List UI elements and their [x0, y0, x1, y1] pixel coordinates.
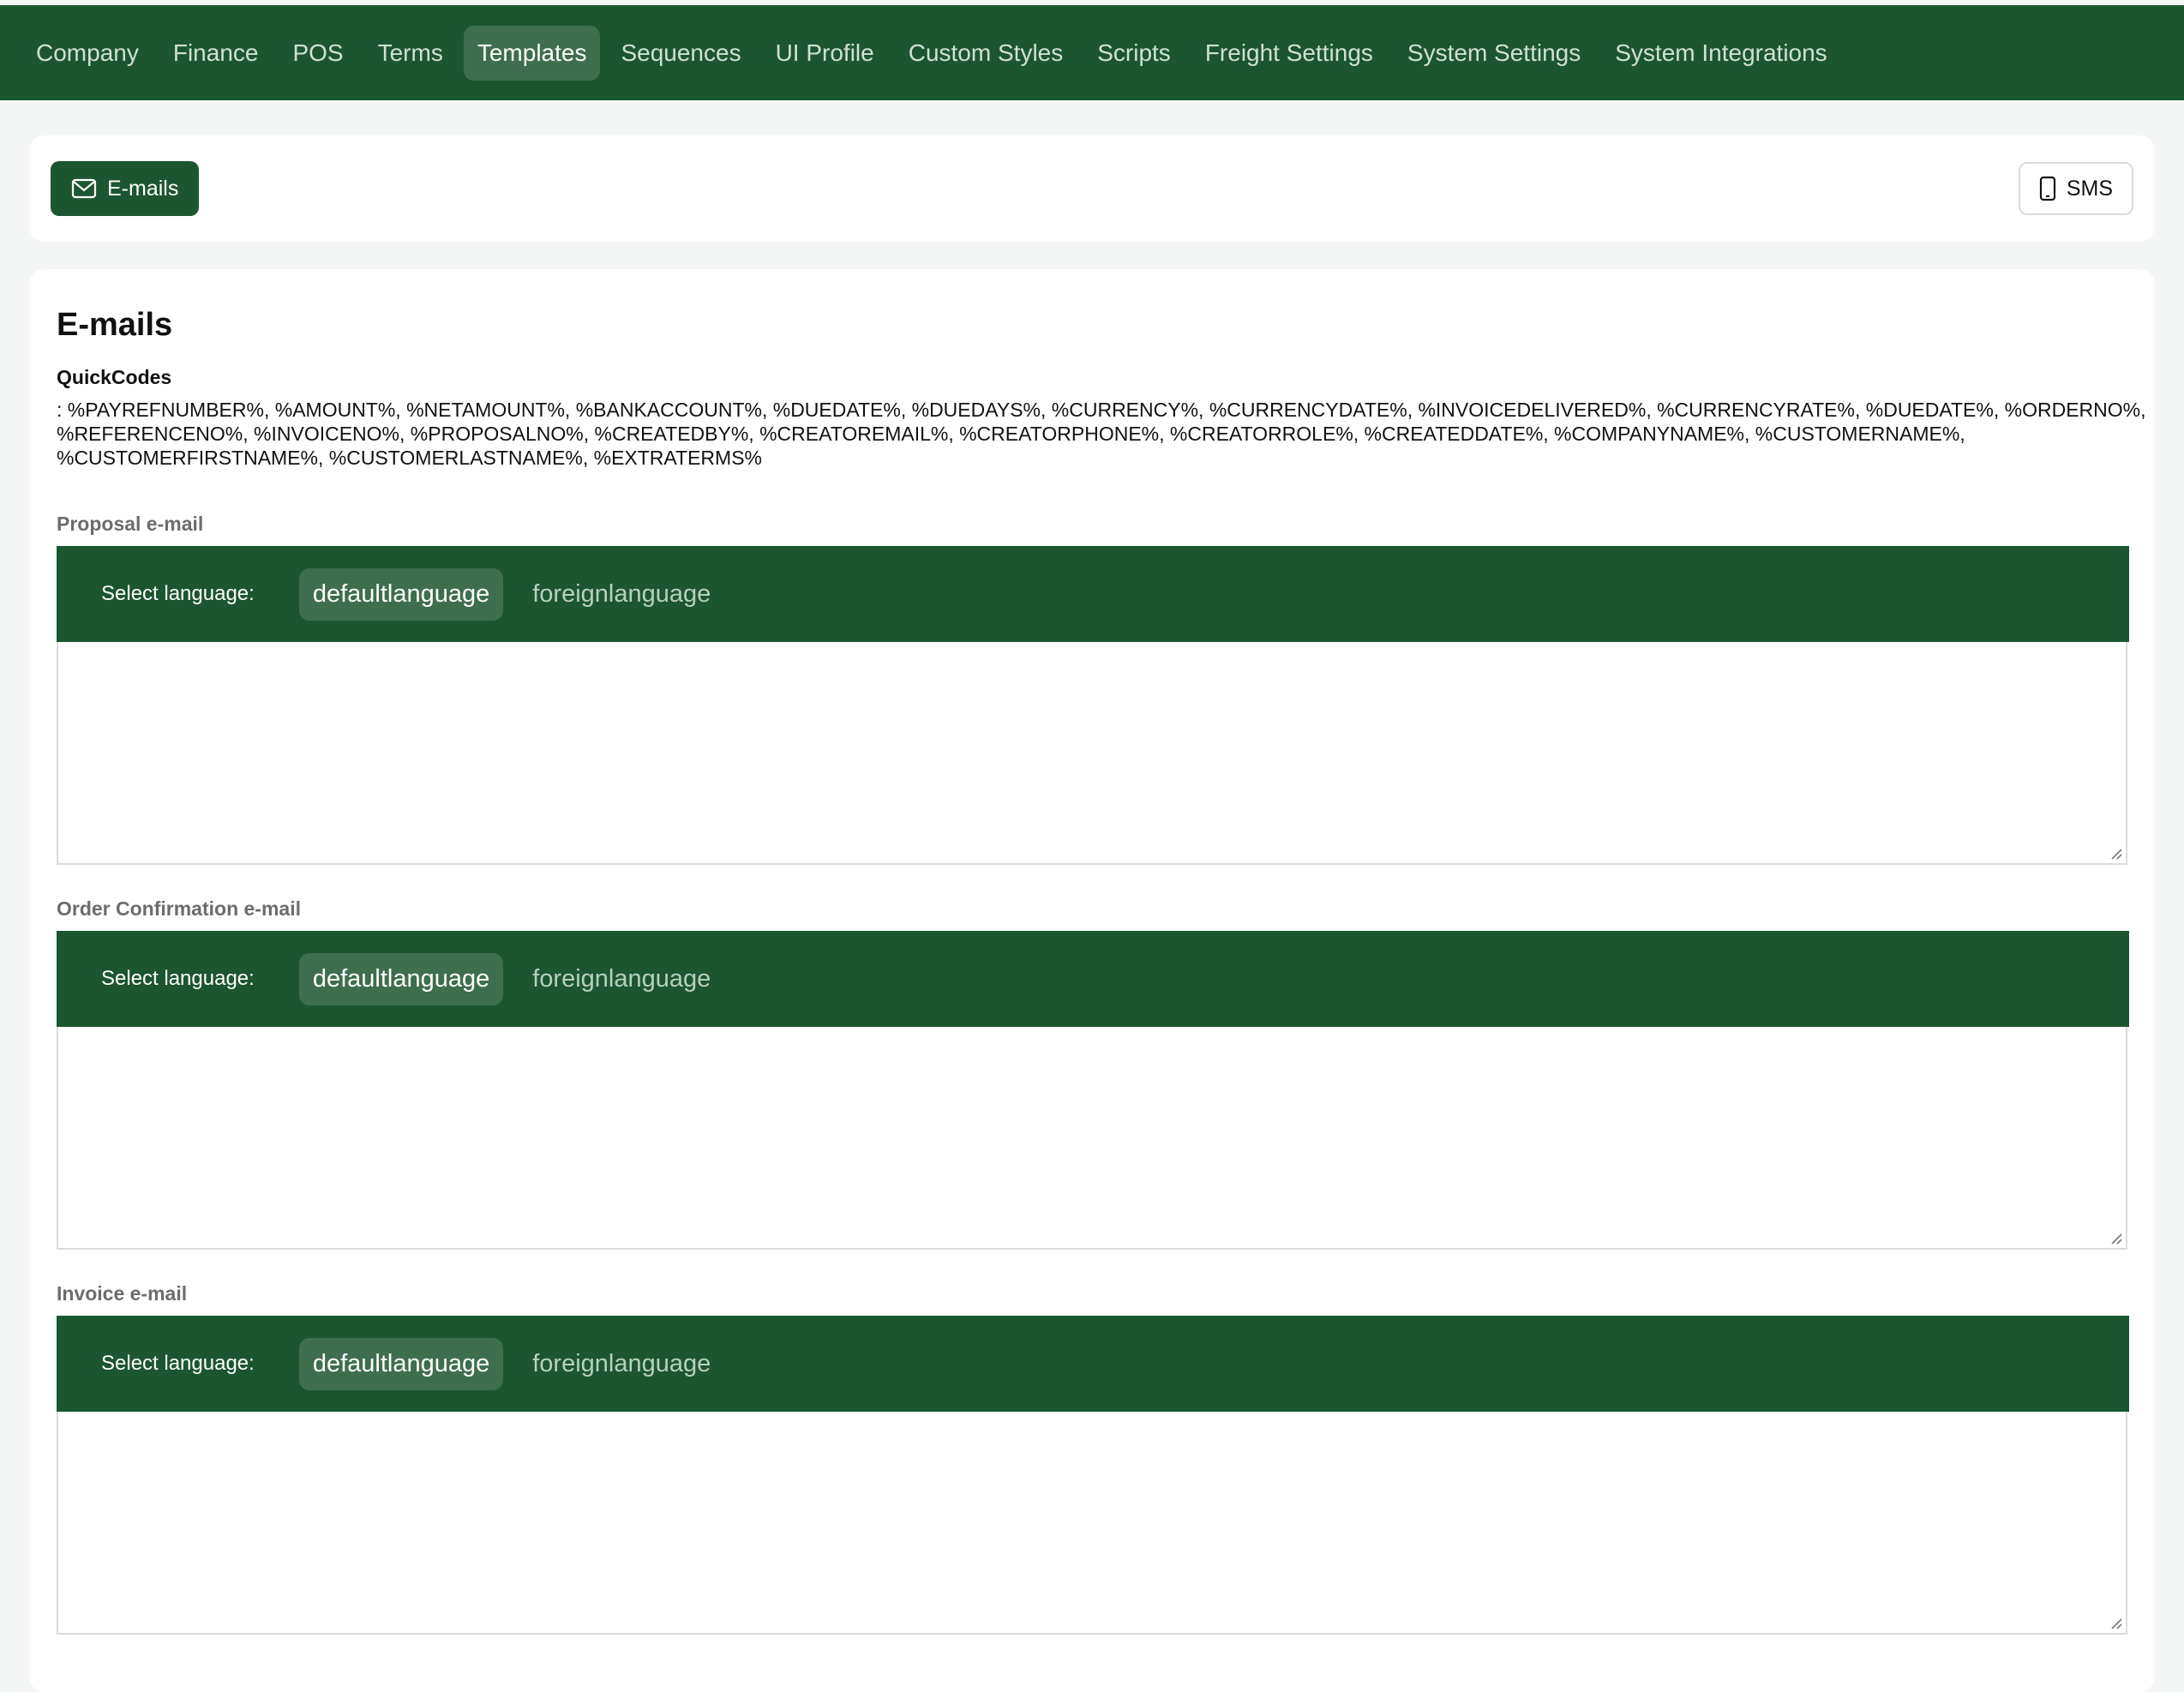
proposal-email-section: Proposal e-mail Select language: default…	[57, 513, 2129, 865]
tab-templates[interactable]: Templates	[463, 25, 601, 81]
tab-ui-profile[interactable]: UI Profile	[762, 26, 888, 81]
page-title: E-mails	[57, 307, 173, 343]
tab-finance[interactable]: Finance	[159, 26, 273, 81]
tab-system-integrations[interactable]: System Integrations	[1601, 26, 1840, 81]
foreign-language-button[interactable]: foreignlanguage	[519, 1338, 724, 1390]
resize-handle-icon[interactable]	[2109, 1231, 2122, 1245]
tab-sequences[interactable]: Sequences	[607, 26, 754, 81]
resize-handle-icon[interactable]	[2109, 846, 2122, 860]
order-confirmation-email-section: Order Confirmation e-mail Select languag…	[57, 897, 2129, 1250]
language-selector: Select language: defaultlanguage foreign…	[57, 931, 2129, 1027]
tab-system-settings[interactable]: System Settings	[1394, 26, 1594, 81]
emails-button-label: E-mails	[107, 176, 179, 201]
settings-nav-bar: Company Finance POS Terms Templates Sequ…	[0, 5, 2184, 100]
tab-company[interactable]: Company	[22, 26, 153, 81]
default-language-button[interactable]: defaultlanguage	[298, 567, 504, 621]
template-type-toolbar: E-mails SMS	[29, 135, 2155, 242]
tab-freight-settings[interactable]: Freight Settings	[1191, 26, 1387, 81]
section-label: Invoice e-mail	[57, 1282, 188, 1305]
foreign-language-button[interactable]: foreignlanguage	[519, 568, 724, 621]
order-confirmation-email-editor: Select language: defaultlanguage foreign…	[57, 931, 2129, 1250]
select-language-label: Select language:	[101, 1352, 255, 1375]
proposal-email-textarea[interactable]	[58, 642, 2126, 863]
tab-terms[interactable]: Terms	[364, 26, 457, 81]
resize-handle-icon[interactable]	[2109, 1616, 2122, 1629]
proposal-email-editor: Select language: defaultlanguage foreign…	[57, 546, 2129, 865]
select-language-label: Select language:	[101, 582, 255, 605]
order-confirmation-email-textarea[interactable]	[58, 1027, 2126, 1248]
quickcodes-list: : %PAYREFNUMBER%, %AMOUNT%, %NETAMOUNT%,…	[57, 399, 2146, 469]
invoice-email-textarea[interactable]	[58, 1412, 2126, 1633]
sms-button[interactable]: SMS	[2018, 162, 2133, 215]
sms-button-label: SMS	[2066, 176, 2113, 201]
language-selector: Select language: defaultlanguage foreign…	[57, 546, 2129, 642]
default-language-button[interactable]: defaultlanguage	[298, 1337, 504, 1390]
phone-icon	[2039, 176, 2055, 201]
foreign-language-button[interactable]: foreignlanguage	[519, 953, 724, 1005]
select-language-label: Select language:	[101, 967, 255, 990]
emails-panel: E-mails QuickCodes : %PAYREFNUMBER%, %AM…	[29, 269, 2155, 1692]
language-selector: Select language: defaultlanguage foreign…	[57, 1316, 2129, 1412]
default-language-button[interactable]: defaultlanguage	[298, 952, 504, 1005]
quickcodes-title: QuickCodes	[57, 366, 172, 388]
tab-pos[interactable]: POS	[279, 26, 357, 81]
emails-button[interactable]: E-mails	[51, 161, 200, 216]
tab-scripts[interactable]: Scripts	[1083, 26, 1185, 81]
envelope-icon	[71, 178, 97, 199]
tab-custom-styles[interactable]: Custom Styles	[895, 26, 1077, 81]
section-label: Proposal e-mail	[57, 513, 204, 535]
invoice-email-editor: Select language: defaultlanguage foreign…	[57, 1316, 2129, 1635]
section-label: Order Confirmation e-mail	[57, 897, 301, 920]
invoice-email-section: Invoice e-mail Select language: defaultl…	[57, 1282, 2129, 1635]
